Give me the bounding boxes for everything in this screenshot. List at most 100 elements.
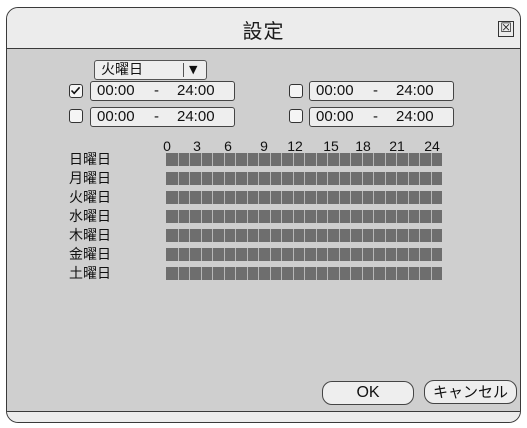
- hour-divider: [293, 229, 294, 242]
- hour-divider: [224, 153, 225, 166]
- day-select[interactable]: 火曜日 ▼: [94, 60, 207, 80]
- time-range-3-checkbox[interactable]: [69, 109, 83, 123]
- hour-divider: [235, 267, 236, 280]
- schedule-bar-tuesday[interactable]: [166, 191, 442, 204]
- hour-label: 6: [224, 138, 232, 154]
- hour-label: 21: [389, 138, 405, 154]
- hour-divider: [224, 267, 225, 280]
- time-range-3-end: 24:00: [177, 108, 215, 125]
- time-range-1-field[interactable]: 00:00 - 24:00: [90, 81, 235, 101]
- hour-divider: [327, 172, 328, 185]
- time-range-3-field[interactable]: 00:00 - 24:00: [90, 107, 235, 127]
- hour-divider: [235, 191, 236, 204]
- hour-divider: [189, 248, 190, 261]
- hour-divider: [419, 229, 420, 242]
- hour-divider: [224, 210, 225, 223]
- hour-divider: [247, 210, 248, 223]
- ok-button[interactable]: OK: [322, 381, 414, 405]
- hour-divider: [235, 248, 236, 261]
- hour-divider: [385, 153, 386, 166]
- hour-divider: [396, 191, 397, 204]
- hour-divider: [431, 172, 432, 185]
- hour-divider: [212, 229, 213, 242]
- hour-divider: [258, 191, 259, 204]
- hour-divider: [258, 267, 259, 280]
- hour-divider: [224, 172, 225, 185]
- hour-divider: [316, 267, 317, 280]
- hour-divider: [396, 229, 397, 242]
- hour-divider: [350, 229, 351, 242]
- hour-divider: [304, 153, 305, 166]
- time-range-2-field[interactable]: 00:00 - 24:00: [309, 81, 454, 101]
- cancel-button[interactable]: キャンセル: [424, 380, 517, 404]
- schedule-bar-saturday[interactable]: [166, 267, 442, 280]
- day-label-thursday: 木曜日: [69, 228, 111, 244]
- hour-divider: [350, 172, 351, 185]
- hour-divider: [396, 248, 397, 261]
- time-range-1-start: 00:00: [97, 82, 135, 99]
- hour-label: 3: [193, 138, 201, 154]
- hour-divider: [350, 267, 351, 280]
- hour-divider: [258, 172, 259, 185]
- hour-divider: [339, 248, 340, 261]
- hour-divider: [178, 229, 179, 242]
- hour-divider: [339, 267, 340, 280]
- hour-divider: [281, 172, 282, 185]
- hour-divider: [316, 248, 317, 261]
- hour-divider: [373, 248, 374, 261]
- schedule-bar-friday[interactable]: [166, 248, 442, 261]
- hour-divider: [293, 248, 294, 261]
- hour-divider: [396, 172, 397, 185]
- hour-divider: [316, 191, 317, 204]
- schedule-bar-monday[interactable]: [166, 172, 442, 185]
- hour-divider: [362, 210, 363, 223]
- hour-divider: [408, 172, 409, 185]
- hour-divider: [258, 153, 259, 166]
- hour-divider: [339, 210, 340, 223]
- time-range-1-checkbox[interactable]: [69, 84, 83, 98]
- hour-divider: [270, 191, 271, 204]
- time-range-4-checkbox[interactable]: [289, 109, 303, 123]
- dialog-title: 設定: [242, 19, 285, 43]
- hour-divider: [178, 267, 179, 280]
- hour-divider: [201, 248, 202, 261]
- hour-divider: [281, 210, 282, 223]
- day-select-value: 火曜日: [101, 62, 143, 78]
- hour-divider: [178, 172, 179, 185]
- hour-divider: [178, 248, 179, 261]
- hour-divider: [270, 172, 271, 185]
- hour-divider: [178, 153, 179, 166]
- title-bar: 設定 ☒: [7, 8, 520, 49]
- hour-divider: [270, 210, 271, 223]
- hour-divider: [270, 153, 271, 166]
- check-icon: [70, 86, 81, 95]
- hour-divider: [281, 248, 282, 261]
- hour-divider: [339, 172, 340, 185]
- hour-divider: [212, 267, 213, 280]
- hour-divider: [247, 267, 248, 280]
- hour-label: 24: [424, 138, 440, 154]
- schedule-bar-wednesday[interactable]: [166, 210, 442, 223]
- schedule-bar-thursday[interactable]: [166, 229, 442, 242]
- hour-divider: [350, 153, 351, 166]
- time-range-3-dash: -: [154, 108, 159, 125]
- time-range-4-field[interactable]: 00:00 - 24:00: [309, 107, 454, 127]
- hour-divider: [293, 267, 294, 280]
- hour-divider: [212, 172, 213, 185]
- hour-divider: [189, 153, 190, 166]
- dropdown-arrow-icon[interactable]: ▼: [189, 61, 197, 79]
- time-range-3-start: 00:00: [97, 108, 135, 125]
- hour-divider: [281, 229, 282, 242]
- hour-divider: [362, 229, 363, 242]
- schedule-bar-sunday[interactable]: [166, 153, 442, 166]
- hour-divider: [281, 191, 282, 204]
- hour-divider: [247, 153, 248, 166]
- close-icon[interactable]: ☒: [498, 21, 514, 37]
- hour-divider: [258, 229, 259, 242]
- hour-divider: [431, 248, 432, 261]
- hour-divider: [419, 153, 420, 166]
- bottom-bar: [7, 411, 520, 422]
- hour-divider: [189, 191, 190, 204]
- hour-divider: [431, 153, 432, 166]
- time-range-2-checkbox[interactable]: [289, 84, 303, 98]
